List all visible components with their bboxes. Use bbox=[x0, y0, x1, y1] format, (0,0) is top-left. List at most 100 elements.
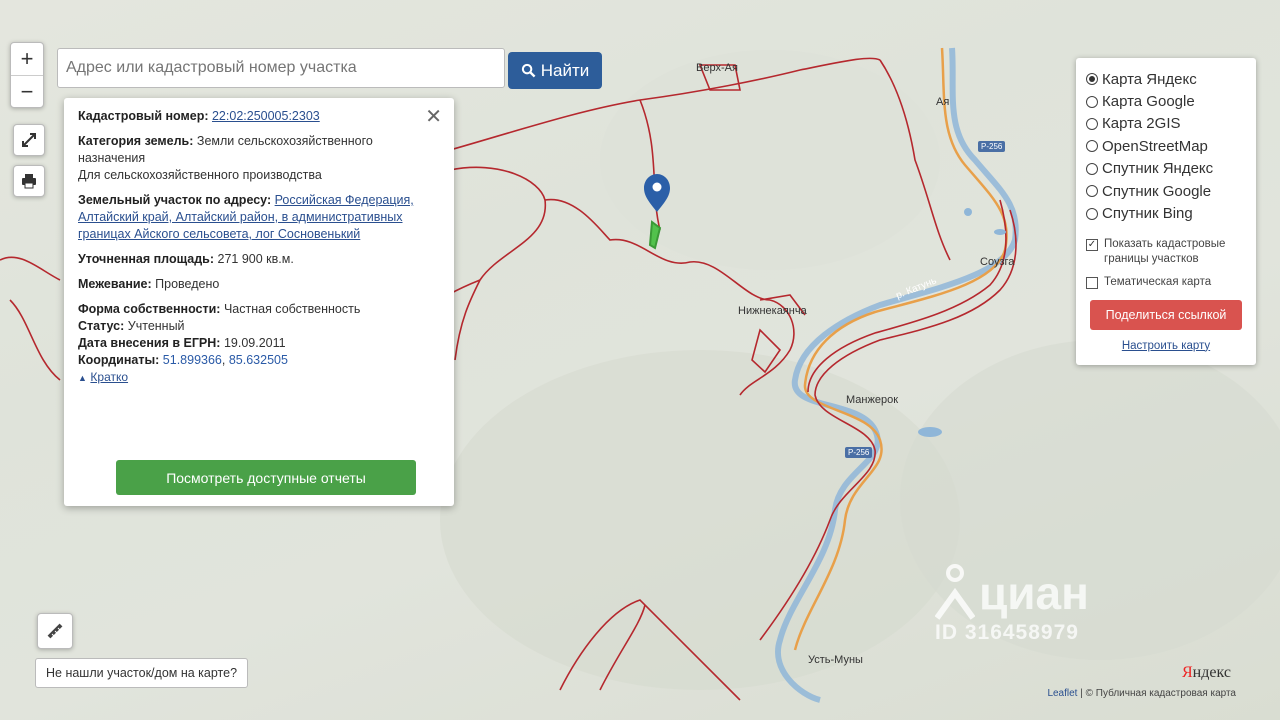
radio-icon[interactable] bbox=[1086, 162, 1098, 175]
place-label: Манжерок bbox=[846, 394, 899, 406]
collapse-row: ▲ Кратко bbox=[78, 369, 440, 387]
layer-option-label: OpenStreetMap bbox=[1102, 137, 1208, 155]
place-label: Усть-Муны bbox=[808, 654, 863, 666]
layer-option[interactable]: Карта Google bbox=[1086, 90, 1246, 112]
survey-value: Проведено bbox=[155, 277, 220, 291]
road-badge: Р-256 bbox=[978, 141, 1006, 152]
layer-option-label: Карта 2GIS bbox=[1102, 115, 1181, 133]
coordinates-row: Координаты: 51.899366, 85.632505 bbox=[78, 353, 288, 367]
map-attribution: Leaflet | © Публичная кадастровая карта bbox=[1047, 688, 1236, 699]
zoom-in-button[interactable]: + bbox=[11, 43, 43, 75]
radio-icon[interactable] bbox=[1086, 185, 1098, 198]
selected-parcel bbox=[648, 220, 662, 250]
layer-option[interactable]: Спутник Google bbox=[1086, 180, 1246, 202]
layer-option-label: Спутник Google bbox=[1102, 182, 1212, 200]
base-layer-list: Карта Яндекс Карта Google Карта 2GIS OpenSt… bbox=[1086, 68, 1246, 225]
radio-icon[interactable] bbox=[1086, 95, 1098, 108]
ownership-label: Форма собственности: bbox=[78, 302, 221, 316]
layer-option-label: Спутник Bing bbox=[1102, 205, 1193, 223]
road-badge: Р-256 bbox=[845, 447, 873, 458]
radio-icon[interactable] bbox=[1086, 140, 1098, 153]
address-row: Земельный участок по адресу: Российская … bbox=[78, 192, 440, 243]
radio-icon[interactable] bbox=[1086, 117, 1098, 130]
checkbox-checked-icon[interactable]: ✓ bbox=[1086, 238, 1098, 251]
status-label: Статус: bbox=[78, 319, 125, 333]
ruler-control bbox=[37, 613, 73, 649]
search-button[interactable]: Найти bbox=[508, 52, 602, 89]
coords-label: Координаты: bbox=[78, 353, 160, 367]
zoom-control: + − bbox=[10, 42, 44, 108]
attribution-text: | © Публичная кадастровая карта bbox=[1080, 688, 1236, 699]
survey-row: Межевание: Проведено bbox=[78, 276, 440, 293]
details-block: Форма собственности: Частная собственнос… bbox=[78, 301, 440, 387]
parcel-info-popup: ✕ Кадастровый номер: 22:02:250005:2303 К… bbox=[64, 98, 454, 506]
measure-button[interactable] bbox=[38, 614, 72, 648]
place-label: Нижнекаянча bbox=[738, 305, 807, 317]
egrn-date-row: Дата внесения в ЕГРН: 19.09.2011 bbox=[78, 335, 440, 352]
search-icon bbox=[521, 63, 536, 78]
view-reports-button[interactable]: Посмотреть доступные отчеты bbox=[116, 460, 416, 495]
not-found-button[interactable]: Не нашли участок/дом на карте? bbox=[35, 658, 249, 688]
thematic-map-label: Тематическая карта bbox=[1104, 275, 1212, 288]
cian-logo-icon bbox=[935, 564, 975, 620]
layer-option[interactable]: Спутник Яндекс bbox=[1086, 158, 1246, 180]
status-value: Учтенный bbox=[127, 319, 185, 333]
watermark-id: ID 316458979 bbox=[935, 621, 1079, 644]
radio-icon[interactable] bbox=[1086, 73, 1098, 86]
place-label: Соузга bbox=[980, 256, 1015, 268]
ownership-value: Частная собственность bbox=[223, 302, 361, 316]
ruler-icon bbox=[47, 623, 63, 639]
share-link-button[interactable]: Поделиться ссылкой bbox=[1090, 299, 1242, 330]
cadastral-label: Кадастровый номер: bbox=[78, 109, 209, 123]
place-label: Верх-Ая bbox=[696, 62, 738, 74]
caret-up-icon: ▲ bbox=[78, 373, 87, 383]
watermark-brand-text: циан bbox=[979, 567, 1089, 619]
fullscreen-button[interactable] bbox=[14, 125, 44, 155]
layer-option[interactable]: OpenStreetMap bbox=[1086, 135, 1246, 157]
egrn-value: 19.09.2011 bbox=[223, 336, 286, 350]
print-control bbox=[13, 165, 45, 197]
layer-switcher-panel: Карта Яндекс Карта Google Карта 2GIS OpenSt… bbox=[1076, 58, 1256, 365]
search-button-label: Найти bbox=[540, 60, 590, 80]
area-value: 271 900 кв.м. bbox=[217, 252, 294, 266]
cadastral-number-row: Кадастровый номер: 22:02:250005:2303 bbox=[78, 108, 440, 125]
expand-icon bbox=[22, 133, 36, 147]
layer-option[interactable]: Карта Яндекс bbox=[1086, 68, 1246, 90]
cadastral-borders-toggle[interactable]: ✓ Показать кадастровые границы участков bbox=[1086, 237, 1246, 267]
cian-watermark: циан ID 316458979 bbox=[935, 563, 1089, 645]
cadastral-number-link[interactable]: 22:02:250005:2303 bbox=[212, 109, 320, 123]
thematic-map-toggle[interactable]: Тематическая карта bbox=[1086, 275, 1246, 290]
printer-icon bbox=[22, 174, 36, 189]
survey-label: Межевание: bbox=[78, 277, 152, 291]
zoom-out-button[interactable]: − bbox=[11, 75, 43, 107]
yandex-logo-rest: ндекс bbox=[1192, 664, 1231, 681]
place-label: Ая bbox=[936, 96, 950, 108]
category-use: Для сельскохозяйственного производства bbox=[78, 168, 322, 182]
layer-option-label: Спутник Яндекс bbox=[1102, 160, 1214, 178]
watermark-brand: циан bbox=[935, 563, 1089, 623]
customize-map-link[interactable]: Настроить карту bbox=[1086, 340, 1246, 352]
checkbox-unchecked-icon[interactable] bbox=[1086, 276, 1098, 289]
ownership-row: Форма собственности: Частная собственнос… bbox=[78, 301, 440, 318]
category-label: Категория земель: bbox=[78, 134, 194, 148]
collapse-link[interactable]: Кратко bbox=[90, 370, 128, 384]
radio-icon[interactable] bbox=[1086, 207, 1098, 220]
address-label: Земельный участок по адресу: bbox=[78, 193, 272, 207]
print-button[interactable] bbox=[14, 166, 44, 196]
longitude-link[interactable]: 85.632505 bbox=[229, 353, 288, 367]
egrn-label: Дата внесения в ЕГРН: bbox=[78, 336, 221, 350]
leaflet-link[interactable]: Leaflet bbox=[1047, 688, 1077, 699]
status-row: Статус: Учтенный bbox=[78, 318, 440, 335]
area-label: Уточненная площадь: bbox=[78, 252, 215, 266]
area-row: Уточненная площадь: 271 900 кв.м. bbox=[78, 251, 440, 268]
yandex-logo: Яндекс bbox=[1182, 664, 1231, 682]
latitude-link[interactable]: 51.899366 bbox=[163, 353, 222, 367]
land-category-row: Категория земель: Земли сельскохозяйстве… bbox=[78, 133, 440, 184]
layer-option-label: Карта Google bbox=[1102, 93, 1195, 111]
layer-option[interactable]: Спутник Bing bbox=[1086, 202, 1246, 224]
search-input[interactable] bbox=[57, 48, 505, 88]
close-icon[interactable]: ✕ bbox=[425, 104, 442, 129]
fullscreen-control bbox=[13, 124, 45, 156]
layer-option[interactable]: Карта 2GIS bbox=[1086, 113, 1246, 135]
yandex-logo-first-letter: Я bbox=[1182, 664, 1193, 681]
